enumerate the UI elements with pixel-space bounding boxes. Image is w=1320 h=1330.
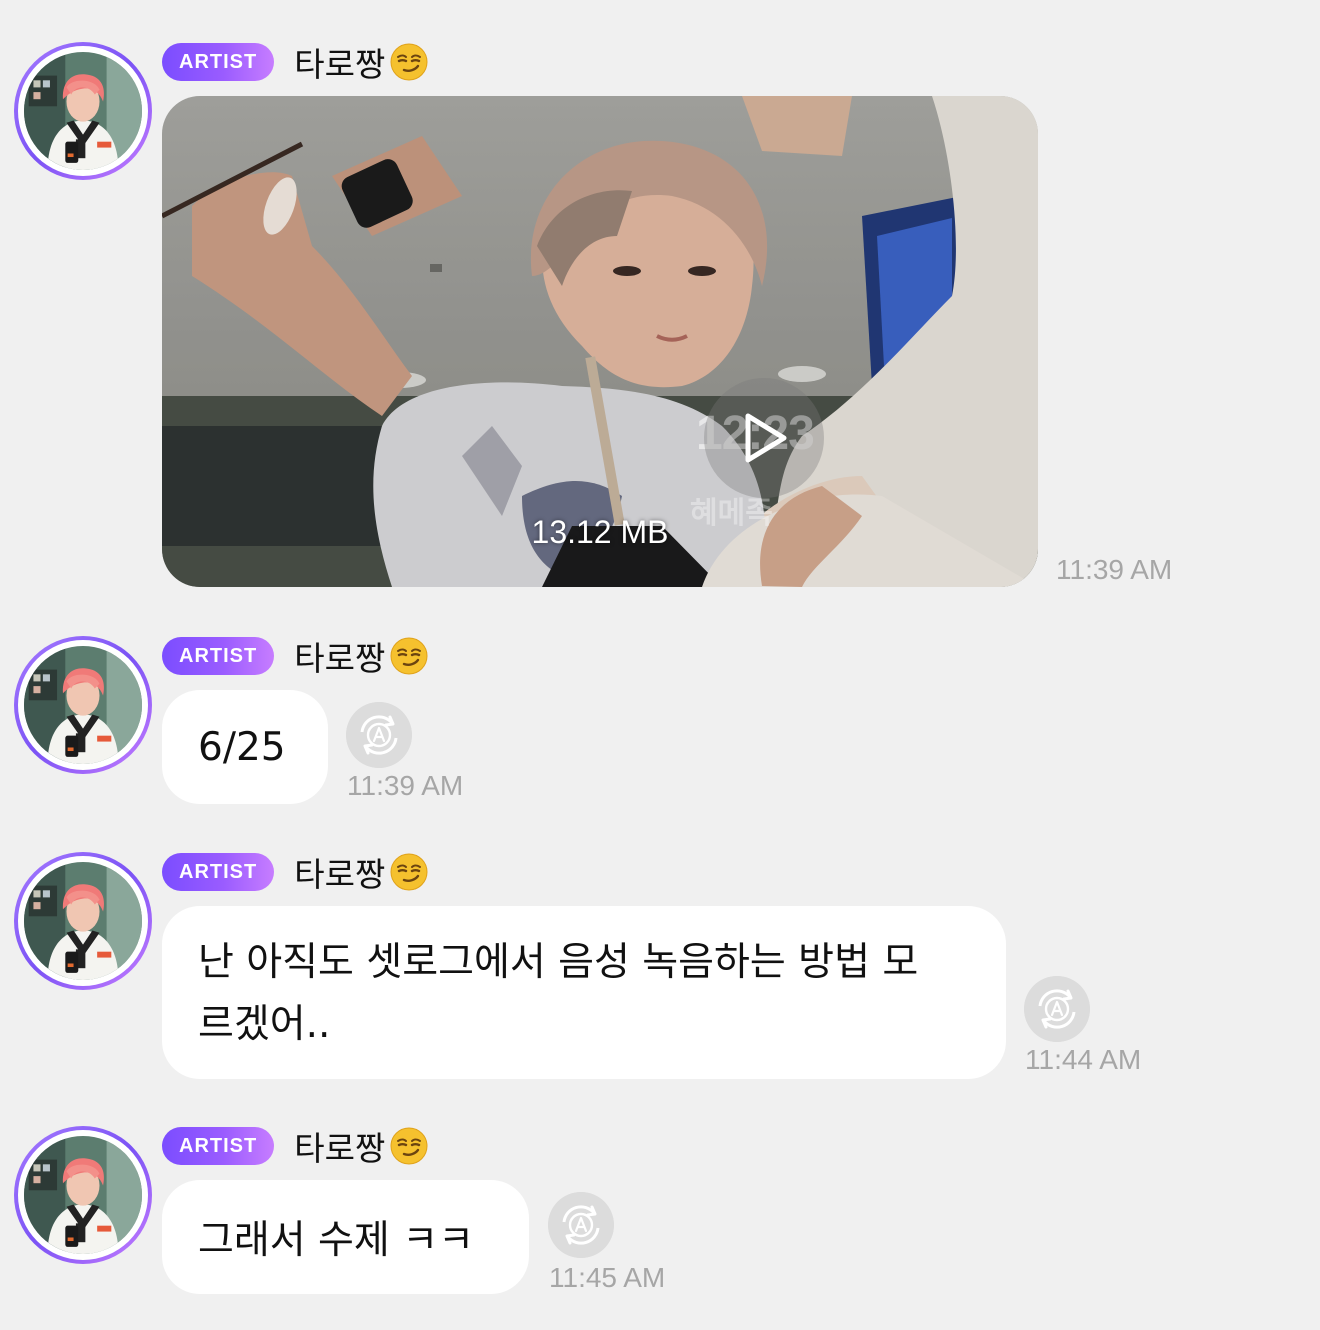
auto-translate-icon[interactable] bbox=[548, 1192, 614, 1258]
sender-name: 타로짱 bbox=[294, 855, 386, 894]
message-text-line: 난 아직도 셋로그에서 음성 녹음하는 방법 모 bbox=[198, 940, 919, 985]
message-timestamp: 11:44 AM bbox=[1025, 1044, 1142, 1075]
artist-badge: ARTIST bbox=[162, 853, 275, 891]
message-bubble[interactable]: 6/25 bbox=[162, 690, 328, 804]
sender-name: 타로짱 bbox=[294, 45, 386, 84]
smirking-face-icon bbox=[389, 1126, 429, 1166]
avatar-image bbox=[24, 52, 142, 170]
avatar-image bbox=[24, 646, 142, 764]
avatar-image bbox=[24, 862, 142, 980]
artist-badge: ARTIST bbox=[162, 637, 275, 675]
sender-name: 타로짱 bbox=[294, 1129, 386, 1168]
video-attachment[interactable]: 12:23 혜메족 13.12 MB bbox=[162, 96, 1038, 587]
sender-name-row: 타로짱 bbox=[294, 632, 429, 680]
avatar[interactable] bbox=[14, 42, 152, 180]
message-text: ARTIST 타로짱 난 아직도 셋로그에서 음성 녹음하는 방법 모 르겠어.… bbox=[0, 830, 1320, 1100]
message-text: ARTIST 타로짱 6/25 11:39 AM bbox=[0, 600, 1320, 830]
artist-badge: ARTIST bbox=[162, 43, 275, 81]
message-bubble[interactable]: 난 아직도 셋로그에서 음성 녹음하는 방법 모 르겠어.. bbox=[162, 906, 1006, 1079]
video-file-size: 13.12 MB bbox=[531, 514, 669, 550]
message-video: ARTIST 타로짱 12:23 혜메족 13.12 MB 11:39 AM bbox=[0, 0, 1320, 600]
play-button[interactable] bbox=[704, 378, 824, 498]
auto-translate-icon[interactable] bbox=[1024, 976, 1090, 1042]
avatar[interactable] bbox=[14, 636, 152, 774]
smirking-face-icon bbox=[389, 636, 429, 676]
sender-name-row: 타로짱 bbox=[294, 848, 429, 896]
message-bubble[interactable]: 그래서 수제 ㅋㅋ bbox=[162, 1180, 529, 1294]
sender-name-row: 타로짱 bbox=[294, 1122, 429, 1170]
smirking-face-icon bbox=[389, 852, 429, 892]
message-text: 그래서 수제 ㅋㅋ bbox=[198, 1218, 474, 1263]
avatar[interactable] bbox=[14, 1126, 152, 1264]
avatar-image bbox=[24, 1136, 142, 1254]
message-timestamp: 11:39 AM bbox=[1056, 554, 1173, 585]
message-text-line: 르겠어.. bbox=[198, 1002, 331, 1047]
message-timestamp: 11:45 AM bbox=[549, 1262, 666, 1293]
message-timestamp: 11:39 AM bbox=[347, 770, 464, 801]
message-text: ARTIST 타로짱 그래서 수제 ㅋㅋ 11:45 AM bbox=[0, 1100, 1320, 1330]
play-icon bbox=[745, 413, 787, 463]
smirking-face-icon bbox=[389, 42, 429, 82]
auto-translate-icon[interactable] bbox=[346, 702, 412, 768]
artist-badge: ARTIST bbox=[162, 1127, 275, 1165]
avatar[interactable] bbox=[14, 852, 152, 990]
message-text: 6/25 bbox=[198, 724, 286, 770]
sender-name-row: 타로짱 bbox=[294, 38, 429, 86]
sender-name: 타로짱 bbox=[294, 639, 386, 678]
